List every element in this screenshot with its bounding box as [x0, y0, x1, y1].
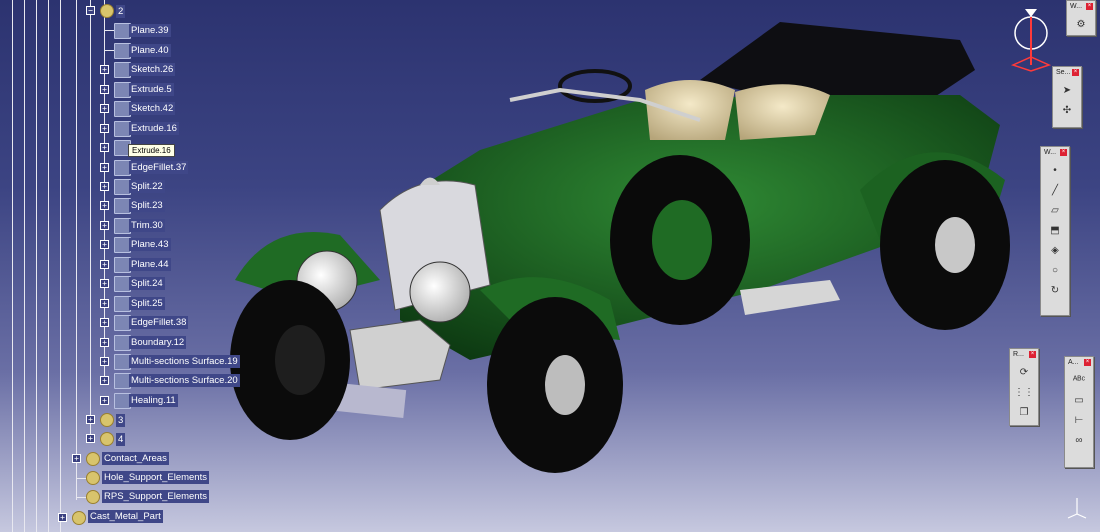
plane-icon[interactable]: ▱	[1044, 201, 1066, 219]
flag-note-icon[interactable]: ▭	[1068, 391, 1090, 409]
rotate-icon[interactable]: ↻	[1044, 281, 1066, 299]
tree-item[interactable]: EdgeFillet.37	[129, 161, 189, 174]
tree-node-rps-support[interactable]: RPS_Support_Elements	[102, 490, 209, 503]
tree-item[interactable]: Plane.40	[129, 44, 171, 57]
expand-icon[interactable]: +	[100, 299, 109, 308]
repeat-icon[interactable]: ⟳	[1013, 363, 1035, 381]
toolbar-a[interactable]: A... × ᴬᴮᶜ ▭ ⊢ ∞	[1064, 356, 1094, 468]
tree-item[interactable]: Healing.11	[129, 394, 178, 407]
point-icon[interactable]: •	[1044, 161, 1066, 179]
expand-icon[interactable]: +	[100, 201, 109, 210]
tree-item[interactable]: Split.22	[129, 180, 165, 193]
3d-viewport[interactable]: − 2 Plane.39 Plane.40 + Sketch.26 + Extr…	[0, 0, 1100, 532]
close-icon[interactable]: ×	[1072, 69, 1079, 76]
geometrical-set-icon	[100, 432, 114, 446]
close-icon[interactable]: ×	[1060, 149, 1067, 156]
tree-item[interactable]: Plane.44	[129, 258, 171, 271]
close-icon[interactable]: ×	[1029, 351, 1036, 358]
expand-icon[interactable]: +	[100, 357, 109, 366]
geometrical-set-icon	[86, 490, 100, 504]
expand-icon[interactable]: +	[86, 415, 95, 424]
text-annotation-icon[interactable]: ᴬᴮᶜ	[1068, 371, 1090, 389]
tree-node-3[interactable]: 3	[116, 414, 126, 427]
geometrical-set-icon	[86, 452, 100, 466]
geometrical-set-icon	[100, 4, 114, 18]
tree-item[interactable]: Plane.43	[129, 238, 171, 251]
expand-icon[interactable]: +	[100, 279, 109, 288]
tree-item[interactable]: Plane.39	[129, 24, 171, 37]
expand-icon[interactable]: +	[100, 240, 109, 249]
surface-icon[interactable]: ◈	[1044, 241, 1066, 259]
toolbar-title: W...	[1070, 3, 1083, 10]
expand-icon[interactable]: +	[100, 221, 109, 230]
expand-icon[interactable]: +	[100, 143, 109, 152]
toolbar-title: Se...	[1056, 69, 1071, 76]
expand-icon[interactable]: +	[58, 513, 67, 522]
tree-item[interactable]: Multi-sections Surface.19	[129, 355, 240, 368]
tree-item[interactable]: Split.23	[129, 199, 165, 212]
pattern-grid-icon[interactable]: ⋮⋮	[1013, 383, 1035, 401]
tree-node-contact-areas[interactable]: Contact_Areas	[102, 452, 169, 465]
tree-node-hole-support[interactable]: Hole_Support_Elements	[102, 471, 209, 484]
expand-icon[interactable]: +	[100, 104, 109, 113]
expand-icon[interactable]: +	[72, 454, 81, 463]
expand-icon[interactable]: +	[100, 260, 109, 269]
expand-icon[interactable]: +	[100, 396, 109, 405]
spec-tree-lines	[0, 0, 105, 532]
tree-item[interactable]: Split.25	[129, 297, 165, 310]
tree-node-2[interactable]: 2	[116, 5, 126, 18]
tree-item[interactable]: Sketch.42	[129, 102, 176, 115]
toolbar-r[interactable]: R... × ⟳ ⋮⋮ ❐	[1009, 348, 1039, 426]
measure-icon[interactable]: ⊢	[1068, 411, 1090, 429]
toolbar-title: W...	[1044, 149, 1057, 156]
workbench-icon[interactable]: ⚙	[1070, 15, 1092, 33]
close-icon[interactable]: ×	[1084, 359, 1091, 366]
axis-indicator-icon	[1067, 498, 1087, 519]
line-icon[interactable]: ╱	[1044, 181, 1066, 199]
expand-icon[interactable]: +	[100, 124, 109, 133]
expand-icon[interactable]: +	[86, 434, 95, 443]
toolbar-title: A...	[1068, 359, 1079, 366]
expand-icon[interactable]: +	[100, 85, 109, 94]
expand-icon[interactable]: +	[100, 65, 109, 74]
geometrical-set-icon	[86, 471, 100, 485]
circle-icon[interactable]: ○	[1044, 261, 1066, 279]
select-arrow-icon[interactable]: ➤	[1056, 81, 1078, 99]
tooltip: Extrude.16	[128, 144, 175, 157]
compass-icon[interactable]	[1005, 5, 1057, 75]
tree-item[interactable]: Extrude.5	[129, 83, 174, 96]
tree-item[interactable]: Trim.30	[129, 219, 165, 232]
duplicate-icon[interactable]: ❐	[1013, 403, 1035, 421]
expand-icon[interactable]: +	[100, 182, 109, 191]
tree-item[interactable]: EdgeFillet.38	[129, 316, 189, 329]
collapse-icon[interactable]: −	[86, 6, 95, 15]
tree-item[interactable]: Sketch.26	[129, 63, 176, 76]
expand-icon[interactable]: +	[100, 318, 109, 327]
close-icon[interactable]: ×	[1086, 3, 1093, 10]
select-trap-icon[interactable]: ✣	[1056, 101, 1078, 119]
expand-icon[interactable]: +	[100, 338, 109, 347]
tree-item[interactable]: Extrude.16	[129, 122, 179, 135]
expand-icon[interactable]: +	[100, 163, 109, 172]
toolbar-se[interactable]: Se... × ➤ ✣	[1052, 66, 1082, 128]
tree-item[interactable]: Split.24	[129, 277, 165, 290]
tree-item[interactable]: Boundary.12	[129, 336, 187, 349]
tree-item[interactable]: Multi-sections Surface.20	[129, 374, 240, 387]
expand-icon[interactable]: +	[100, 376, 109, 385]
toolbar-title: R...	[1013, 351, 1024, 358]
tree-node-4[interactable]: 4	[116, 433, 126, 446]
link-icon[interactable]: ∞	[1068, 431, 1090, 449]
geometrical-set-icon	[100, 413, 114, 427]
toolbar-w-top[interactable]: W... × ⚙	[1066, 0, 1096, 36]
extrude-icon[interactable]: ⬒	[1044, 221, 1066, 239]
tree-node-cast-metal-part[interactable]: Cast_Metal_Part	[88, 510, 163, 523]
toolbar-w-mid[interactable]: W... × • ╱ ▱ ⬒ ◈ ○ ↻	[1040, 146, 1070, 316]
body-icon	[72, 511, 86, 525]
